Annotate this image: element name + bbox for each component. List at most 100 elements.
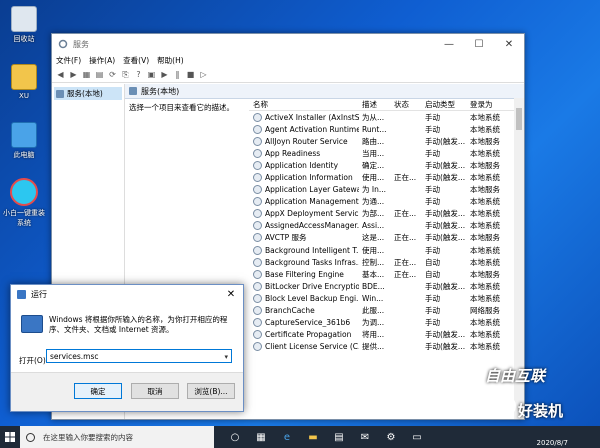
browse-button[interactable]: 浏览(B)... xyxy=(187,383,235,399)
gear-icon xyxy=(253,233,262,243)
tree-node-label: 服务(本地) xyxy=(67,89,103,98)
table-row[interactable]: AllJoyn Router Service 路由... 手动(触发... 本地服务 xyxy=(249,135,514,147)
menu-file[interactable]: 文件(F) xyxy=(56,55,81,66)
description-text: 选择一个项目来查看它的描述。 xyxy=(129,103,234,112)
help-icon[interactable]: ? xyxy=(134,70,143,79)
service-startup-type: 手动 xyxy=(425,124,440,134)
cancel-button[interactable]: 取消 xyxy=(131,383,179,399)
menu-view[interactable]: 查看(V) xyxy=(123,55,149,66)
table-row[interactable]: Base Filtering Engine 基本... 正在... 自动 本地服务 xyxy=(249,268,514,280)
ok-button[interactable]: 确定 xyxy=(74,383,122,399)
service-description: 为从... xyxy=(362,112,385,122)
windows-tiles-icon[interactable]: ▦ xyxy=(248,426,274,448)
properties-icon[interactable]: ▣ xyxy=(147,70,156,79)
settings-icon[interactable]: ⚙ xyxy=(378,426,404,448)
service-name-text: Base Filtering Engine xyxy=(265,269,344,279)
table-row[interactable]: Background Intelligent T... 使用... 手动 本地系统 xyxy=(249,244,514,256)
table-row[interactable]: CaptureService_361b6 为调... 手动 本地系统 xyxy=(249,317,514,329)
table-row[interactable]: Application Information 使用... 正在... 手动(触发..… xyxy=(249,171,514,183)
column-header-description[interactable]: 描述 xyxy=(359,99,391,110)
table-row[interactable]: Application Identity 确定... 手动(触发... 本地服务 xyxy=(249,159,514,171)
open-command-input[interactable]: services.msc ▾ xyxy=(46,349,232,363)
maximize-button[interactable]: ☐ xyxy=(464,39,494,50)
pause-service-icon[interactable]: ‖ xyxy=(173,70,182,79)
user-folder-icon xyxy=(11,64,37,90)
column-header-startup-type[interactable]: 启动类型 xyxy=(422,99,467,110)
service-log-on-as: 网络服务 xyxy=(470,306,500,316)
gear-icon xyxy=(253,197,262,207)
run-icon xyxy=(17,289,26,299)
table-row[interactable]: BitLocker Drive Encryptio... BDE... 手动(触发.… xyxy=(249,280,514,292)
service-startup-type: 手动(触发... xyxy=(425,209,466,219)
gear-icon xyxy=(253,330,262,340)
table-row[interactable]: Agent Activation Runtime... Runt... 手动 本地系统 xyxy=(249,123,514,135)
column-header-log-on-as[interactable]: 登录为 xyxy=(467,99,510,110)
start-button[interactable] xyxy=(0,426,20,448)
store-icon[interactable]: ▤ xyxy=(326,426,352,448)
table-row[interactable]: Client License Service (C... 提供... 手动(触发..… xyxy=(249,341,514,353)
service-log-on-as: 本地服务 xyxy=(470,136,500,146)
table-row[interactable]: App Readiness 当用... 手动 本地系统 xyxy=(249,147,514,159)
list-icon[interactable]: ▤ xyxy=(95,70,104,79)
taskbar-search[interactable]: 在这里输入你要搜索的内容 xyxy=(20,426,214,448)
run-close-button[interactable]: ✕ xyxy=(219,289,243,300)
run-taskbar-icon[interactable]: ▭ xyxy=(404,426,430,448)
service-description: 此服... xyxy=(362,306,385,316)
gear-icon xyxy=(253,173,262,183)
column-header-name[interactable]: 名称 xyxy=(249,99,359,110)
file-explorer-icon[interactable]: ▬ xyxy=(300,426,326,448)
menu-help[interactable]: 帮助(H) xyxy=(157,55,184,66)
service-startup-type: 手动(触发... xyxy=(425,281,466,291)
chevron-down-icon[interactable]: ▾ xyxy=(224,350,228,364)
minimize-button[interactable]: — xyxy=(434,39,464,50)
run-titlebar: 运行 ✕ xyxy=(11,285,243,303)
edge-icon[interactable]: e xyxy=(274,426,300,448)
table-row[interactable]: AppX Deployment Servic... 为部... 正在... 手动(触发… xyxy=(249,208,514,220)
watermark-bottom: 好装机 xyxy=(518,402,564,420)
service-name: ActiveX Installer (AxInstSV) xyxy=(249,112,359,122)
column-header-status[interactable]: 状态 xyxy=(391,99,422,110)
open-label: 打开(O): xyxy=(19,356,49,365)
service-name-text: CaptureService_361b6 xyxy=(265,318,351,328)
desktop-icon-user[interactable]: XU xyxy=(2,64,46,100)
service-name: Client License Service (C... xyxy=(249,342,359,352)
table-row[interactable]: ActiveX Installer (AxInstSV) 为从... 手动 本地系统 xyxy=(249,111,514,123)
tree-node-services-local[interactable]: 服务(本地) xyxy=(54,87,122,100)
export-icon[interactable]: ⎘ xyxy=(121,70,130,79)
column-headers: 名称 描述 状态 启动类型 登录为 xyxy=(249,98,514,111)
table-row[interactable]: BranchCache 此服... 手动 网络服务 xyxy=(249,305,514,317)
task-view-icon[interactable]: ○ xyxy=(222,426,248,448)
table-row[interactable]: Application Management 为通... 手动 本地系统 xyxy=(249,196,514,208)
table-row[interactable]: AVCTP 服务 这是... 正在... 手动(触发... 本地服务 xyxy=(249,232,514,244)
gear-icon xyxy=(58,39,68,49)
mail-icon[interactable]: ✉ xyxy=(352,426,378,448)
desktop-icon-recycle-bin[interactable]: 回收站 xyxy=(2,6,46,44)
service-name: Background Intelligent T... xyxy=(249,245,359,255)
service-name-text: AssignedAccessManager... xyxy=(265,221,359,231)
table-row[interactable]: Certificate Propagation 将用... 手动(触发... 本地系统 xyxy=(249,329,514,341)
service-status: 正在... xyxy=(394,173,417,183)
table-row[interactable]: Background Tasks Infras... 控制... 正在... 自动 本地… xyxy=(249,256,514,268)
service-name: BranchCache xyxy=(249,306,359,316)
stop-service-icon[interactable]: ■ xyxy=(186,70,195,79)
start-service-icon[interactable]: ▶ xyxy=(160,70,169,79)
gear-icon xyxy=(253,245,262,255)
restart-service-icon[interactable]: ▷ xyxy=(199,70,208,79)
services-list: 名称 描述 状态 启动类型 登录为 ActiveX Installer (AxI… xyxy=(249,98,514,419)
table-row[interactable]: Application Layer Gatewa... 为 In... 手动 本地服务 xyxy=(249,184,514,196)
table-row[interactable]: Block Level Backup Engi... Win... 手动 本地系统 xyxy=(249,292,514,304)
service-name: App Readiness xyxy=(249,148,359,158)
run-program-icon xyxy=(21,315,43,333)
close-button[interactable]: ✕ xyxy=(494,39,524,50)
service-startup-type: 手动 xyxy=(425,185,440,195)
service-description: 这是... xyxy=(362,233,385,243)
menu-action[interactable]: 操作(A) xyxy=(89,55,115,66)
refresh-icon[interactable]: ⟳ xyxy=(108,70,117,79)
console-tree-icon[interactable]: ▦ xyxy=(82,70,91,79)
desktop-icon-xiaobai[interactable]: 小白一键重装系统 xyxy=(2,178,46,228)
back-icon[interactable]: ◀ xyxy=(56,70,65,79)
forward-icon[interactable]: ▶ xyxy=(69,70,78,79)
desktop-icon-this-pc[interactable]: 此电脑 xyxy=(2,122,46,160)
scrollbar-thumb[interactable] xyxy=(516,108,522,130)
table-row[interactable]: AssignedAccessManager... Assi... 手动(触发... 本… xyxy=(249,220,514,232)
